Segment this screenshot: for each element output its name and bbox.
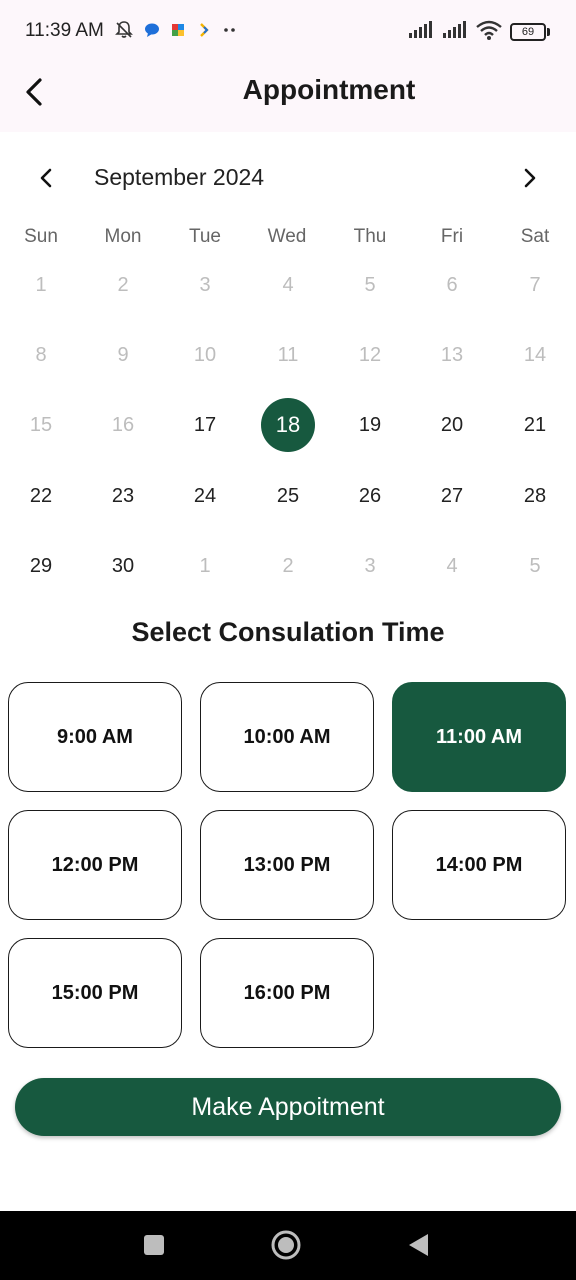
section-title: Select Consulation Time <box>131 617 445 647</box>
back-triangle-icon <box>409 1234 428 1256</box>
signal-icon <box>442 20 468 44</box>
time-slot[interactable]: 9:00 AM <box>8 682 182 792</box>
calendar-day[interactable]: 23 <box>95 468 151 524</box>
time-slot[interactable]: 14:00 PM <box>392 810 566 920</box>
calendar-day: 8 <box>35 343 47 366</box>
battery-icon: 69 <box>510 23 550 41</box>
weekday-label: Fri <box>440 226 464 247</box>
back-nav-button[interactable] <box>400 1227 436 1263</box>
weekday-label: Sun <box>24 226 58 247</box>
weekday-row: Sun Mon Tue Wed Thu Fri Sat <box>0 226 576 256</box>
calendar-day: 7 <box>529 273 541 296</box>
calendar-day: 5 <box>364 273 376 296</box>
recents-button[interactable] <box>136 1227 172 1263</box>
home-button[interactable] <box>268 1227 304 1263</box>
recents-square-icon <box>144 1235 164 1255</box>
calendar-day[interactable]: 20 <box>424 397 480 453</box>
previous-month-button[interactable] <box>28 160 64 196</box>
page-title: Appointment <box>242 74 416 105</box>
calendar-day: 4 <box>282 273 294 296</box>
calendar-day: 1 <box>199 554 211 577</box>
calendar-day: 14 <box>523 343 547 366</box>
weekday-label: Sat <box>520 226 550 247</box>
calendar-day[interactable]: 22 <box>13 468 69 524</box>
calendar-day: 4 <box>446 554 458 577</box>
wifi-icon <box>476 20 502 45</box>
calendar-day: 10 <box>193 343 217 366</box>
weekday-label: Thu <box>353 226 387 247</box>
calendar-day[interactable]: 25 <box>260 468 316 524</box>
calendar-day[interactable]: 24 <box>177 468 233 524</box>
calendar-day: 2 <box>282 554 294 577</box>
signal-icon <box>408 20 434 44</box>
calendar-day: 3 <box>199 273 211 296</box>
calendar-day: 16 <box>111 413 135 436</box>
calendar-day[interactable]: 26 <box>342 468 398 524</box>
app-icon <box>196 22 212 43</box>
calendar-day[interactable]: 19 <box>342 397 398 453</box>
time-slot[interactable]: 15:00 PM <box>8 938 182 1048</box>
calendar-day: 9 <box>117 343 129 366</box>
chat-icon <box>144 22 160 43</box>
bell-off-icon <box>114 20 134 45</box>
calendar-day: 2 <box>117 273 129 296</box>
calendar-day: 3 <box>364 554 376 577</box>
time-slot[interactable]: 12:00 PM <box>8 810 182 920</box>
calendar-day: 12 <box>358 343 382 366</box>
calendar-day: 13 <box>440 343 464 366</box>
make-appointment-button[interactable]: Make Appoitment <box>15 1078 561 1136</box>
calendar-day-selected[interactable]: 18 <box>261 398 315 452</box>
weekday-label: Wed <box>267 226 307 247</box>
weekday-label: Tue <box>188 226 222 247</box>
calendar-day[interactable]: 28 <box>507 468 563 524</box>
calendar-day[interactable]: 27 <box>424 468 480 524</box>
weekday-label: Mon <box>104 226 142 247</box>
calendar-day: 6 <box>446 273 458 296</box>
calendar-day: 5 <box>529 554 541 577</box>
calendar-day[interactable]: 21 <box>507 397 563 453</box>
status-system-icons: 69 <box>408 20 550 45</box>
status-notification-icons <box>114 20 238 44</box>
calendar-day[interactable]: 29 <box>13 538 69 594</box>
status-time: 11:39 AM <box>25 20 104 41</box>
calendar-day: 1 <box>35 273 47 296</box>
calendar-header: September 2024 <box>0 156 576 202</box>
app-bar: Appointment <box>0 64 576 132</box>
time-slot[interactable]: 10:00 AM <box>200 682 374 792</box>
calendar-day: 11 <box>277 343 299 366</box>
calendar-day[interactable]: 17 <box>177 397 233 453</box>
time-slot-selected[interactable]: 11:00 AM <box>392 682 566 792</box>
time-slot[interactable]: 16:00 PM <box>200 938 374 1048</box>
calendar-day[interactable]: 30 <box>95 538 151 594</box>
status-bar: 11:39 AM 69 <box>0 0 576 64</box>
calendar-month-label: September 2024 <box>94 164 265 190</box>
puzzle-icon <box>170 22 186 43</box>
system-nav-bar <box>0 1211 576 1280</box>
calendar-day: 15 <box>29 413 53 436</box>
next-month-button[interactable] <box>512 160 548 196</box>
chevron-left-icon <box>40 168 52 188</box>
chevron-right-icon <box>524 168 536 188</box>
time-slot[interactable]: 13:00 PM <box>200 810 374 920</box>
more-icon <box>222 22 238 43</box>
home-circle-icon <box>271 1230 301 1260</box>
